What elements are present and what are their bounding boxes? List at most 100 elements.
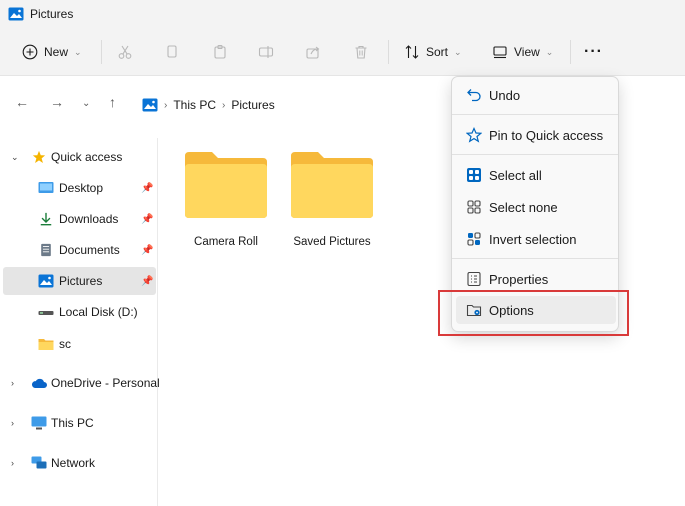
select-none-icon [466, 199, 482, 215]
sidebar-item-documents[interactable]: Documents 📌 [3, 236, 156, 264]
properties-icon [466, 271, 482, 287]
chevron-down-icon: ⌄ [454, 46, 462, 57]
chevron-right-icon: › [11, 418, 14, 428]
sidebar-item-sc[interactable]: sc [3, 330, 156, 358]
sidebar-item-network[interactable]: › Network [3, 449, 156, 477]
menu-item-pin-quick-access[interactable]: Pin to Quick access [456, 121, 616, 149]
menu-item-select-all[interactable]: Select all [456, 161, 616, 189]
share-button[interactable] [305, 38, 321, 66]
file-explorer-window: Pictures New ⌄ Sort ⌄ View ⌄ ··· ← → ⌄ ↑… [0, 0, 685, 506]
menu-label: Select all [489, 167, 542, 183]
menu-item-select-none[interactable]: Select none [456, 193, 616, 221]
invert-selection-icon [466, 231, 482, 247]
up-arrow-icon[interactable]: ↑ [109, 94, 116, 110]
breadcrumb-pictures[interactable]: Pictures [231, 98, 274, 112]
menu-divider [452, 154, 618, 155]
menu-label: Properties [489, 271, 549, 287]
folder-icon [291, 152, 373, 218]
chevron-right-icon: › [222, 99, 226, 111]
breadcrumb-this-pc[interactable]: This PC [173, 98, 216, 112]
menu-label: Select none [489, 199, 558, 215]
more-icon: ··· [584, 43, 603, 60]
folder-item[interactable]: Saved Pictures [283, 150, 381, 250]
sidebar-item-local-disk[interactable]: Local Disk (D:) [3, 298, 156, 326]
menu-label: Undo [489, 87, 521, 103]
copy-button[interactable] [164, 38, 180, 66]
sidebar-item-pictures[interactable]: Pictures 📌 [3, 267, 156, 295]
back-arrow-icon[interactable]: ← [15, 94, 29, 110]
rename-icon [258, 46, 274, 58]
chevron-down-icon: ⌄ [545, 46, 554, 57]
forward-arrow-icon[interactable]: → [50, 94, 64, 110]
sidebar-label: sc [59, 337, 71, 351]
sidebar-item-onedrive[interactable]: › OneDrive - Personal [3, 369, 160, 397]
menu-divider [452, 114, 618, 115]
pictures-folder-icon [142, 98, 158, 112]
chevron-down-icon: ⌄ [11, 151, 19, 162]
sidebar-label: Quick access [51, 150, 123, 164]
delete-button[interactable] [353, 38, 369, 66]
share-icon [306, 46, 320, 59]
pin-icon: 📌 [141, 213, 154, 225]
options-highlight-box [438, 290, 629, 336]
folder-icon [38, 339, 54, 350]
select-all-icon [466, 167, 482, 183]
divider [101, 40, 102, 64]
sidebar-label: Network [51, 456, 96, 470]
sidebar-item-desktop[interactable]: Desktop 📌 [3, 174, 156, 202]
window-title: Pictures [30, 7, 74, 21]
copy-icon [167, 45, 177, 58]
sort-icon [405, 45, 419, 59]
sort-label: Sort [426, 45, 449, 59]
recent-locations-icon[interactable]: ⌄ [82, 98, 90, 109]
sidebar-label: Pictures [59, 274, 103, 288]
menu-item-undo[interactable]: Undo [456, 81, 616, 109]
pictures-icon [38, 274, 54, 288]
star-icon [32, 150, 46, 163]
sidebar-item-quick-access[interactable]: ⌄ Quick access [3, 143, 156, 171]
chevron-down-icon: ⌄ [74, 46, 82, 57]
undo-icon [466, 87, 482, 103]
address-bar[interactable]: › This PC › Pictures [142, 92, 462, 118]
sidebar-item-this-pc[interactable]: › This PC [3, 409, 156, 437]
divider [570, 40, 571, 64]
menu-label: Pin to Quick access [489, 127, 604, 143]
star-outline-icon [466, 127, 482, 143]
rename-button[interactable] [258, 38, 274, 66]
drive-icon [38, 311, 54, 315]
chevron-right-icon: › [11, 458, 14, 468]
folder-icon [185, 152, 267, 218]
menu-divider [452, 258, 618, 259]
pictures-folder-icon [8, 7, 24, 21]
sidebar-item-downloads[interactable]: Downloads 📌 [3, 205, 156, 233]
view-icon [493, 46, 507, 59]
menu-item-invert-selection[interactable]: Invert selection [456, 225, 616, 253]
pin-icon: 📌 [141, 244, 154, 256]
computer-icon [31, 416, 47, 430]
folder-item[interactable]: Camera Roll [178, 150, 274, 250]
trash-icon [355, 45, 367, 59]
sidebar-label: Desktop [59, 181, 104, 195]
sidebar-label: Downloads [59, 212, 119, 226]
new-button[interactable]: New ⌄ [22, 38, 82, 66]
view-label: View [514, 45, 540, 59]
menu-label: Invert selection [489, 231, 577, 247]
network-icon [31, 456, 47, 469]
sidebar-label: Documents [59, 243, 120, 257]
more-options-button[interactable]: ··· [584, 38, 603, 66]
command-bar: New ⌄ Sort ⌄ View ⌄ ··· [0, 28, 685, 76]
download-icon [40, 212, 52, 226]
pin-icon: 📌 [141, 275, 154, 287]
cut-button[interactable] [117, 38, 133, 66]
menu-item-properties[interactable]: Properties [456, 265, 616, 293]
sidebar-label: OneDrive - Personal [51, 376, 160, 390]
chevron-right-icon: › [11, 378, 14, 388]
navigation-pane: ⌄ Quick access Desktop 📌 Downloads 📌 Doc… [0, 138, 160, 506]
desktop-icon [38, 182, 54, 193]
pin-icon: 📌 [141, 182, 154, 194]
view-button[interactable]: View ⌄ [492, 38, 553, 66]
sort-button[interactable]: Sort ⌄ [404, 38, 462, 66]
document-icon [41, 243, 51, 257]
scissors-icon [118, 45, 132, 59]
paste-button[interactable] [212, 38, 228, 66]
